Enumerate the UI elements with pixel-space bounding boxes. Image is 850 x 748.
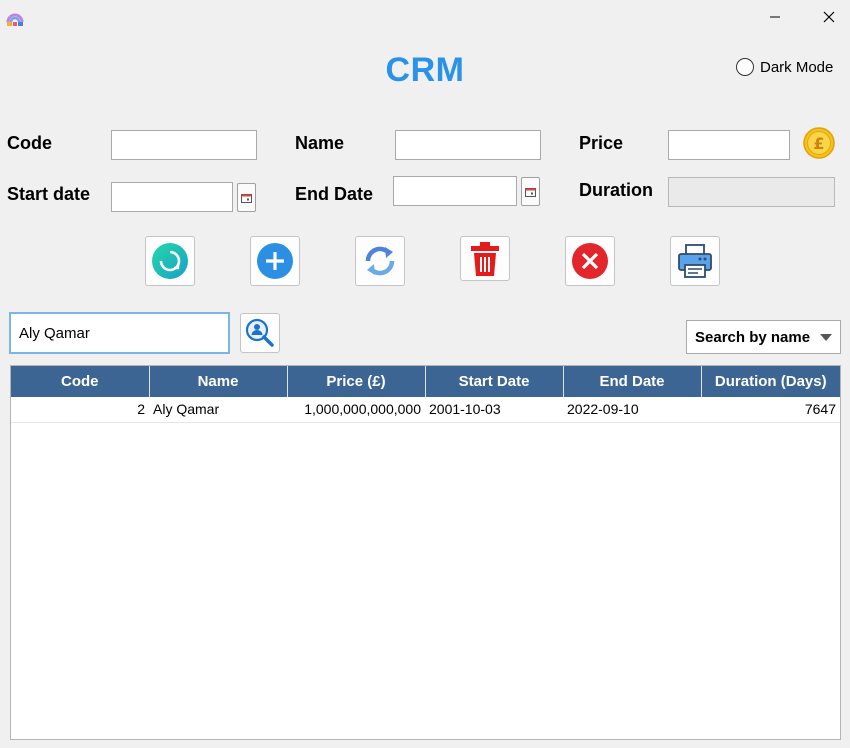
dark-mode-radio[interactable]: Dark Mode xyxy=(736,58,833,76)
x-circle-icon xyxy=(572,243,608,279)
column-header-name[interactable]: Name xyxy=(149,366,288,397)
column-header-price[interactable]: Price (£) xyxy=(287,366,426,397)
calendar-icon xyxy=(241,193,252,203)
cell-start-date: 2001-10-03 xyxy=(425,397,563,423)
trash-icon xyxy=(471,241,499,276)
table-header-row: Code Name Price (£) Start Date End Date … xyxy=(11,366,840,397)
refresh-load-button[interactable] xyxy=(145,236,195,286)
cell-code: 2 xyxy=(11,397,149,423)
start-date-picker-button[interactable] xyxy=(237,183,256,212)
search-mode-select[interactable]: Search by name xyxy=(686,320,841,354)
cell-name: Aly Qamar xyxy=(149,397,287,423)
add-button[interactable] xyxy=(250,236,300,286)
code-input[interactable] xyxy=(111,130,257,160)
start-date-input[interactable] xyxy=(111,182,233,212)
code-label: Code xyxy=(7,133,52,153)
column-header-end-date[interactable]: End Date xyxy=(563,366,702,397)
radio-circle-icon[interactable] xyxy=(736,58,754,76)
duration-input xyxy=(668,177,835,207)
cell-end-date: 2022-09-10 xyxy=(563,397,701,423)
search-user-icon xyxy=(245,318,274,347)
column-header-code[interactable]: Code xyxy=(11,366,150,397)
currency-symbol: £ xyxy=(813,134,824,153)
minimize-button[interactable] xyxy=(752,0,798,34)
printer-icon xyxy=(678,244,712,278)
update-button[interactable] xyxy=(355,236,405,286)
minimize-icon xyxy=(770,16,780,18)
name-label: Name xyxy=(295,133,345,153)
plus-icon xyxy=(257,243,293,279)
table-row[interactable]: 2 Aly Qamar 1,000,000,000,000 2001-10-03… xyxy=(11,397,840,423)
print-button[interactable] xyxy=(670,236,720,286)
chevron-down-icon xyxy=(820,333,832,341)
pound-coin-icon: £ xyxy=(803,127,835,159)
end-date-input[interactable] xyxy=(393,176,517,206)
start-date-label: Start date xyxy=(7,184,91,204)
duration-label: Duration xyxy=(579,180,653,200)
calendar-icon xyxy=(525,187,536,197)
search-mode-value: Search by name xyxy=(695,328,811,346)
close-button[interactable] xyxy=(806,0,850,34)
clear-button[interactable] xyxy=(565,236,615,286)
circular-arrow-icon xyxy=(152,243,188,279)
app-title: CRM xyxy=(385,51,465,89)
records-table[interactable]: Code Name Price (£) Start Date End Date … xyxy=(10,365,841,740)
search-input[interactable] xyxy=(9,312,230,354)
sync-icon xyxy=(365,246,395,276)
column-header-duration[interactable]: Duration (Days) xyxy=(701,366,840,397)
delete-button[interactable] xyxy=(460,236,510,281)
cell-duration: 7647 xyxy=(701,397,840,423)
end-date-picker-button[interactable] xyxy=(521,177,540,206)
search-button[interactable] xyxy=(240,313,280,353)
price-label: Price xyxy=(579,133,624,153)
cell-price: 1,000,000,000,000 xyxy=(287,397,425,423)
app-icon xyxy=(5,7,25,27)
dark-mode-label: Dark Mode xyxy=(760,58,834,76)
price-input[interactable] xyxy=(668,130,790,160)
name-input[interactable] xyxy=(395,130,541,160)
end-date-label: End Date xyxy=(295,184,374,204)
column-header-start-date[interactable]: Start Date xyxy=(425,366,564,397)
close-icon xyxy=(823,11,835,23)
